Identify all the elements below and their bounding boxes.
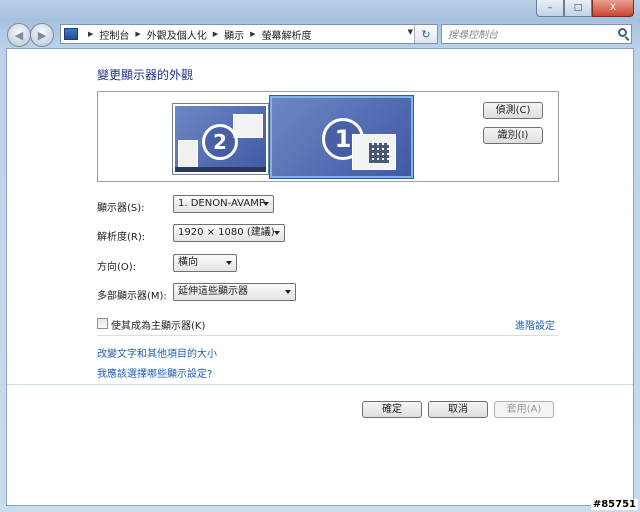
advanced-settings-link[interactable]: 進階設定 bbox=[515, 317, 555, 332]
multiple-displays-select-value: 延伸這些顯示器 bbox=[178, 286, 248, 297]
search-icon[interactable] bbox=[618, 28, 627, 37]
window-thumbnail bbox=[233, 114, 263, 138]
chevron-down-icon bbox=[274, 231, 280, 235]
breadcrumb-separator-icon[interactable]: ▶ bbox=[135, 30, 140, 38]
forward-arrow-icon: ▶ bbox=[37, 28, 47, 42]
watermark: #85751 bbox=[590, 499, 638, 510]
display-select[interactable]: 1. DENON-AVAMP bbox=[173, 195, 274, 213]
resolution-select-value: 1920 × 1080 (建議) bbox=[178, 227, 275, 238]
resolution-select[interactable]: 1920 × 1080 (建議) bbox=[173, 224, 285, 242]
navigation-bar: ◀ ▶ ▶ 控制台 ▶ 外觀及個人化 ▶ 顯示 ▶ 螢幕解析度 ▼ ↻ bbox=[0, 20, 640, 48]
window-thumbnail bbox=[178, 140, 198, 170]
resolution-label: 解析度(R): bbox=[97, 232, 146, 243]
content-pane: 變更顯示器的外觀 2 1 偵測(C) 識別(I) 顯示器(S): 1. DENO… bbox=[6, 48, 634, 506]
taskbar-thumbnail bbox=[175, 167, 266, 172]
refresh-icon[interactable]: ↻ bbox=[414, 25, 437, 43]
page-title: 變更顯示器的外觀 bbox=[97, 68, 194, 82]
chevron-down-icon bbox=[226, 261, 232, 265]
orientation-select[interactable]: 橫向 bbox=[173, 254, 237, 272]
main-display-checkbox[interactable] bbox=[97, 318, 108, 329]
search-input[interactable] bbox=[446, 26, 610, 44]
breadcrumb-screen-resolution[interactable]: 螢幕解析度 bbox=[262, 27, 312, 42]
multiple-displays-label: 多部顯示器(M): bbox=[97, 291, 167, 302]
minimize-button[interactable]: – bbox=[536, 0, 564, 17]
monitor-1-thumbnail[interactable]: 1 bbox=[269, 95, 414, 179]
breadcrumb-appearance[interactable]: 外觀及個人化 bbox=[147, 27, 207, 42]
monitor-preview: 2 1 偵測(C) 識別(I) bbox=[97, 91, 559, 182]
back-button[interactable]: ◀ bbox=[7, 23, 31, 47]
text-size-link[interactable]: 改變文字和其他項目的大小 bbox=[97, 345, 217, 360]
display-select-value: 1. DENON-AVAMP bbox=[178, 198, 265, 209]
close-button[interactable]: X bbox=[592, 0, 634, 17]
window-thumbnail bbox=[352, 134, 396, 170]
orientation-label: 方向(O): bbox=[97, 262, 137, 273]
cancel-button[interactable]: 取消 bbox=[428, 401, 488, 418]
which-settings-link[interactable]: 我應該選擇哪些顯示設定? bbox=[97, 365, 212, 380]
monitor-2-thumbnail[interactable]: 2 bbox=[172, 103, 269, 175]
multiple-displays-select[interactable]: 延伸這些顯示器 bbox=[173, 283, 296, 301]
address-bar[interactable]: ▶ 控制台 ▶ 外觀及個人化 ▶ 顯示 ▶ 螢幕解析度 ▼ ↻ bbox=[60, 24, 438, 44]
chevron-down-icon bbox=[263, 202, 269, 206]
breadcrumb-display[interactable]: 顯示 bbox=[224, 27, 244, 42]
breadcrumb-control-panel[interactable]: 控制台 bbox=[99, 27, 129, 42]
display-label: 顯示器(S): bbox=[97, 203, 145, 214]
maximize-button[interactable]: □ bbox=[564, 0, 592, 17]
apply-button[interactable]: 套用(A) bbox=[494, 401, 554, 418]
back-arrow-icon: ◀ bbox=[14, 28, 24, 42]
chevron-down-icon bbox=[285, 290, 291, 294]
monitor-2-number: 2 bbox=[202, 124, 238, 160]
forward-button[interactable]: ▶ bbox=[30, 23, 54, 47]
breadcrumb-separator-icon[interactable]: ▶ bbox=[250, 30, 255, 38]
main-display-checkbox-label[interactable]: 使其成為主顯示器(K) bbox=[111, 317, 205, 332]
breadcrumb-separator-icon[interactable]: ▶ bbox=[88, 30, 93, 38]
orientation-select-value: 橫向 bbox=[178, 257, 198, 268]
divider bbox=[97, 335, 559, 336]
control-panel-icon bbox=[64, 28, 78, 40]
breadcrumb-separator-icon[interactable]: ▶ bbox=[213, 30, 218, 38]
address-dropdown-icon[interactable]: ▼ bbox=[408, 28, 413, 36]
identify-button[interactable]: 識別(I) bbox=[483, 127, 543, 144]
ok-button[interactable]: 確定 bbox=[362, 401, 422, 418]
detect-button[interactable]: 偵測(C) bbox=[483, 102, 543, 119]
search-box[interactable] bbox=[441, 24, 632, 44]
caption-buttons: – □ X bbox=[536, 0, 634, 17]
